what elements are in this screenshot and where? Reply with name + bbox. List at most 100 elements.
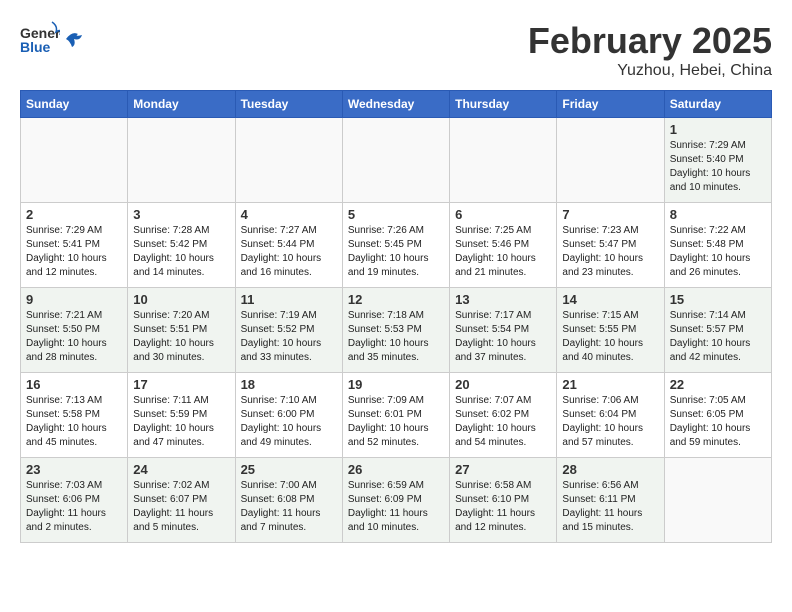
- day-number: 18: [241, 377, 337, 392]
- calendar-cell: 20Sunrise: 7:07 AM Sunset: 6:02 PM Dayli…: [450, 373, 557, 458]
- calendar-cell: 25Sunrise: 7:00 AM Sunset: 6:08 PM Dayli…: [235, 458, 342, 543]
- day-number: 20: [455, 377, 551, 392]
- title-block: February 2025 Yuzhou, Hebei, China: [528, 20, 772, 80]
- logo: General Blue: [20, 20, 84, 58]
- calendar-cell: [557, 118, 664, 203]
- calendar-cell: 3Sunrise: 7:28 AM Sunset: 5:42 PM Daylig…: [128, 203, 235, 288]
- calendar-cell: 4 Sunrise: 7:27 AM Sunset: 5:44 PM Daylig…: [235, 203, 342, 288]
- day-info: Sunrise: 6:58 AM Sunset: 6:10 PM Dayligh…: [455, 479, 551, 535]
- day-number: 12: [348, 292, 444, 307]
- calendar-week-row: 1 Sunrise: 7:29 AM Sunset: 5:40 PM Daylig…: [21, 118, 772, 203]
- day-info: Sunrise: 7:22 AM Sunset: 5:48 PM Dayligh…: [670, 224, 766, 280]
- day-number: 5: [348, 207, 444, 222]
- day-number: 24: [133, 462, 229, 477]
- calendar-cell: [342, 118, 449, 203]
- day-number: 2: [26, 207, 122, 222]
- day-number: 16: [26, 377, 122, 392]
- day-info: Sunrise: 6:59 AM Sunset: 6:09 PM Dayligh…: [348, 479, 444, 535]
- calendar-cell: 27 Sunrise: 6:58 AM Sunset: 6:10 PM Dayli…: [450, 458, 557, 543]
- calendar-cell: 14 Sunrise: 7:15 AM Sunset: 5:55 PM Dayli…: [557, 288, 664, 373]
- day-info: Sunrise: 7:14 AM Sunset: 5:57 PM Dayligh…: [670, 309, 766, 365]
- calendar-cell: 16 Sunrise: 7:13 AM Sunset: 5:58 PM Dayli…: [21, 373, 128, 458]
- day-info: Sunrise: 7:09 AM Sunset: 6:01 PM Dayligh…: [348, 394, 444, 450]
- calendar-cell: 7 Sunrise: 7:23 AM Sunset: 5:47 PM Daylig…: [557, 203, 664, 288]
- day-number: 27: [455, 462, 551, 477]
- day-number: 23: [26, 462, 122, 477]
- day-info: Sunrise: 7:25 AM Sunset: 5:46 PM Dayligh…: [455, 224, 551, 280]
- calendar-cell: 23 Sunrise: 7:03 AM Sunset: 6:06 PM Dayli…: [21, 458, 128, 543]
- day-number: 14: [562, 292, 658, 307]
- day-info: Sunrise: 7:21 AM Sunset: 5:50 PM Dayligh…: [26, 309, 122, 365]
- calendar-cell: 8 Sunrise: 7:22 AM Sunset: 5:48 PM Daylig…: [664, 203, 771, 288]
- calendar-cell: 9 Sunrise: 7:21 AM Sunset: 5:50 PM Daylig…: [21, 288, 128, 373]
- day-number: 9: [26, 292, 122, 307]
- calendar-cell: 5 Sunrise: 7:26 AM Sunset: 5:45 PM Daylig…: [342, 203, 449, 288]
- day-number: 17: [133, 377, 229, 392]
- calendar-cell: 13 Sunrise: 7:17 AM Sunset: 5:54 PM Dayli…: [450, 288, 557, 373]
- calendar-table: SundayMondayTuesdayWednesdayThursdayFrid…: [20, 90, 772, 543]
- day-info: Sunrise: 7:10 AM Sunset: 6:00 PM Dayligh…: [241, 394, 337, 450]
- calendar-week-row: 2 Sunrise: 7:29 AM Sunset: 5:41 PM Daylig…: [21, 203, 772, 288]
- day-number: 15: [670, 292, 766, 307]
- day-number: 19: [348, 377, 444, 392]
- calendar-cell: 17 Sunrise: 7:11 AM Sunset: 5:59 PM Dayli…: [128, 373, 235, 458]
- day-info: Sunrise: 7:26 AM Sunset: 5:45 PM Dayligh…: [348, 224, 444, 280]
- calendar-week-row: 9 Sunrise: 7:21 AM Sunset: 5:50 PM Daylig…: [21, 288, 772, 373]
- day-info: Sunrise: 7:27 AM Sunset: 5:44 PM Dayligh…: [241, 224, 337, 280]
- day-number: 21: [562, 377, 658, 392]
- calendar-week-row: 16 Sunrise: 7:13 AM Sunset: 5:58 PM Dayli…: [21, 373, 772, 458]
- calendar-cell: [128, 118, 235, 203]
- day-info: Sunrise: 7:29 AM Sunset: 5:41 PM Dayligh…: [26, 224, 122, 280]
- day-number: 22: [670, 377, 766, 392]
- day-number: 1: [670, 122, 766, 137]
- calendar-cell: 22 Sunrise: 7:05 AM Sunset: 6:05 PM Dayli…: [664, 373, 771, 458]
- calendar-cell: 1 Sunrise: 7:29 AM Sunset: 5:40 PM Daylig…: [664, 118, 771, 203]
- day-info: Sunrise: 7:29 AM Sunset: 5:40 PM Dayligh…: [670, 139, 766, 195]
- day-number: 8: [670, 207, 766, 222]
- day-info: Sunrise: 7:20 AM Sunset: 5:51 PM Dayligh…: [133, 309, 229, 365]
- day-info: Sunrise: 7:23 AM Sunset: 5:47 PM Dayligh…: [562, 224, 658, 280]
- day-info: Sunrise: 7:18 AM Sunset: 5:53 PM Dayligh…: [348, 309, 444, 365]
- calendar-header-row: SundayMondayTuesdayWednesdayThursdayFrid…: [21, 91, 772, 118]
- day-info: Sunrise: 7:13 AM Sunset: 5:58 PM Dayligh…: [26, 394, 122, 450]
- page-header: General Blue February 2025 Yuzhou, Hebei…: [20, 20, 772, 80]
- day-info: Sunrise: 7:19 AM Sunset: 5:52 PM Dayligh…: [241, 309, 337, 365]
- calendar-cell: 24Sunrise: 7:02 AM Sunset: 6:07 PM Dayli…: [128, 458, 235, 543]
- calendar-cell: 11 Sunrise: 7:19 AM Sunset: 5:52 PM Dayli…: [235, 288, 342, 373]
- calendar-cell: 19 Sunrise: 7:09 AM Sunset: 6:01 PM Dayli…: [342, 373, 449, 458]
- day-number: 13: [455, 292, 551, 307]
- column-header-saturday: Saturday: [664, 91, 771, 118]
- calendar-cell: 26 Sunrise: 6:59 AM Sunset: 6:09 PM Dayli…: [342, 458, 449, 543]
- day-number: 6: [455, 207, 551, 222]
- day-number: 25: [241, 462, 337, 477]
- day-number: 11: [241, 292, 337, 307]
- day-info: Sunrise: 7:11 AM Sunset: 5:59 PM Dayligh…: [133, 394, 229, 450]
- column-header-monday: Monday: [128, 91, 235, 118]
- day-info: Sunrise: 7:05 AM Sunset: 6:05 PM Dayligh…: [670, 394, 766, 450]
- calendar-cell: 28 Sunrise: 6:56 AM Sunset: 6:11 PM Dayli…: [557, 458, 664, 543]
- calendar-cell: [21, 118, 128, 203]
- logo-bird-icon: [64, 29, 84, 49]
- calendar-cell: 6 Sunrise: 7:25 AM Sunset: 5:46 PM Daylig…: [450, 203, 557, 288]
- calendar-cell: 21 Sunrise: 7:06 AM Sunset: 6:04 PM Dayli…: [557, 373, 664, 458]
- column-header-friday: Friday: [557, 91, 664, 118]
- day-number: 28: [562, 462, 658, 477]
- day-info: Sunrise: 7:06 AM Sunset: 6:04 PM Dayligh…: [562, 394, 658, 450]
- day-info: Sunrise: 6:56 AM Sunset: 6:11 PM Dayligh…: [562, 479, 658, 535]
- location-subtitle: Yuzhou, Hebei, China: [528, 62, 772, 80]
- day-info: Sunrise: 7:15 AM Sunset: 5:55 PM Dayligh…: [562, 309, 658, 365]
- day-number: 4: [241, 207, 337, 222]
- calendar-cell: 15 Sunrise: 7:14 AM Sunset: 5:57 PM Dayli…: [664, 288, 771, 373]
- column-header-sunday: Sunday: [21, 91, 128, 118]
- calendar-week-row: 23 Sunrise: 7:03 AM Sunset: 6:06 PM Dayli…: [21, 458, 772, 543]
- day-info: Sunrise: 7:17 AM Sunset: 5:54 PM Dayligh…: [455, 309, 551, 365]
- column-header-thursday: Thursday: [450, 91, 557, 118]
- day-number: 26: [348, 462, 444, 477]
- calendar-cell: [664, 458, 771, 543]
- day-number: 3: [133, 207, 229, 222]
- column-header-wednesday: Wednesday: [342, 91, 449, 118]
- calendar-cell: [235, 118, 342, 203]
- day-number: 7: [562, 207, 658, 222]
- calendar-cell: [450, 118, 557, 203]
- day-info: Sunrise: 7:03 AM Sunset: 6:06 PM Dayligh…: [26, 479, 122, 535]
